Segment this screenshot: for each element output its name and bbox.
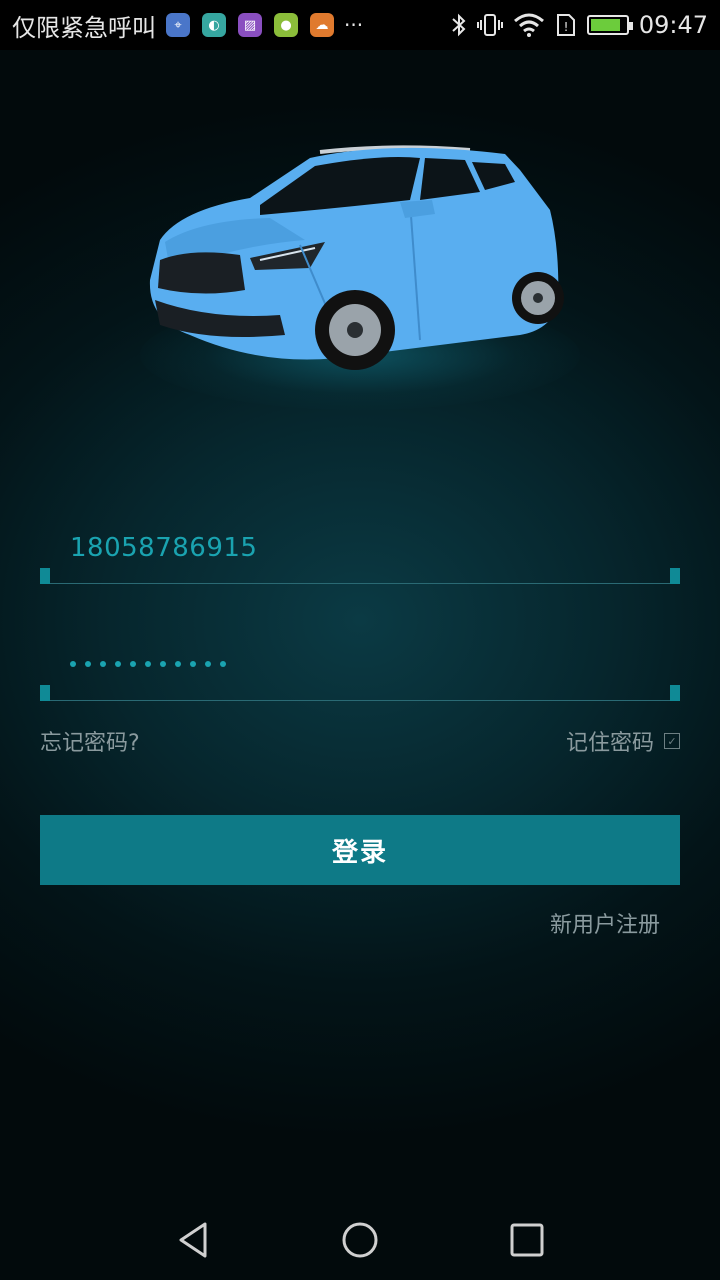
navigation-bar	[0, 1200, 720, 1280]
back-triangle-icon	[179, 1222, 207, 1258]
password-mask-dot	[160, 661, 166, 667]
remember-password-label: 记住密码	[565, 731, 654, 756]
no-sim-icon: !	[555, 13, 577, 37]
remember-password-checkbox[interactable]: ✓	[664, 733, 680, 749]
wifi-icon	[513, 13, 545, 37]
password-field-left-cap	[40, 685, 50, 701]
location-app-icon: ⌖	[166, 13, 190, 37]
password-input[interactable]	[70, 661, 226, 667]
login-options: 忘记密码? 记住密码 ✓	[40, 724, 680, 758]
forgot-password-link[interactable]: 忘记密码?	[40, 725, 140, 757]
phone-underline	[40, 583, 680, 584]
car-image	[120, 130, 600, 410]
map-app-icon: ●	[274, 13, 298, 37]
password-mask-dot	[85, 661, 91, 667]
home-button[interactable]	[330, 1210, 390, 1270]
clock: 09:47	[638, 11, 708, 39]
more-notifications-icon: ···	[344, 13, 364, 37]
vibrate-icon	[476, 13, 503, 37]
status-bar: 仅限紧急呼叫 ⌖ ◐ ▨ ● ☁ ··· ! 09:47	[0, 0, 720, 50]
password-field[interactable]	[40, 640, 680, 704]
password-underline	[40, 700, 680, 701]
battery-level-fill	[590, 19, 620, 31]
phone-field-left-cap	[40, 568, 50, 584]
register-link[interactable]: 新用户注册	[550, 907, 660, 939]
recents-square-icon	[510, 1223, 544, 1257]
remember-password-toggle[interactable]: 记住密码 ✓	[566, 725, 680, 757]
svg-text:!: !	[563, 20, 568, 34]
notification-icons: ⌖ ◐ ▨ ● ☁	[166, 13, 334, 37]
password-mask-dot	[115, 661, 121, 667]
phone-input[interactable]: 18058786915	[70, 533, 257, 563]
gallery-icon: ▨	[238, 13, 262, 37]
bluetooth-icon	[451, 13, 467, 37]
password-mask-dot	[205, 661, 211, 667]
password-mask-dot	[175, 661, 181, 667]
password-mask-dot	[145, 661, 151, 667]
android-icon: ◐	[202, 13, 226, 37]
recents-button[interactable]	[497, 1210, 557, 1270]
back-button[interactable]	[163, 1210, 223, 1270]
password-mask-dot	[130, 661, 136, 667]
password-mask-dot	[70, 661, 76, 667]
password-mask-dot	[100, 661, 106, 667]
login-button[interactable]: 登录	[40, 815, 680, 885]
password-mask-dot	[190, 661, 196, 667]
password-mask-dot	[220, 661, 226, 667]
battery-icon	[586, 15, 633, 35]
home-circle-icon	[342, 1222, 378, 1258]
cloud-app-icon: ☁	[310, 13, 334, 37]
phone-field-right-cap	[670, 568, 680, 584]
carrier-text: 仅限紧急呼叫	[12, 13, 156, 42]
password-field-right-cap	[670, 685, 680, 701]
status-bar-left: 仅限紧急呼叫 ⌖ ◐ ▨ ● ☁ ···	[12, 8, 363, 43]
car-illustration	[149, 145, 564, 370]
phone-field[interactable]: 18058786915	[40, 525, 680, 587]
status-bar-right: ! 09:47	[451, 11, 708, 39]
